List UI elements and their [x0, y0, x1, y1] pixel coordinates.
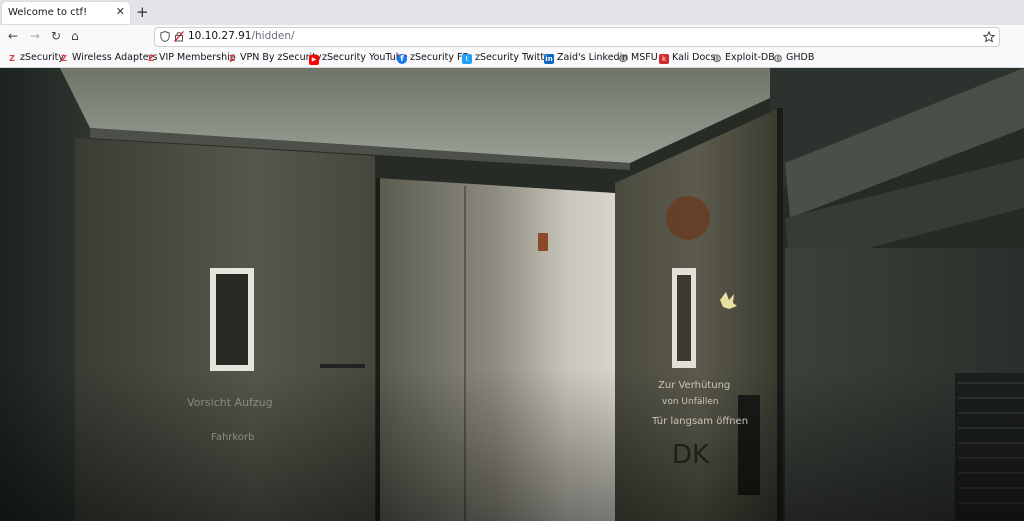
bookmark-msfu[interactable]: ◍ MSFU: [618, 52, 658, 64]
graffiti-text: DK: [672, 440, 710, 470]
facebook-icon: f: [397, 54, 407, 64]
right-sign-line-3: Tür langsam öffnen: [651, 416, 748, 427]
active-tab[interactable]: Welcome to ctf! ✕: [2, 2, 130, 24]
left-sign-line-1: Vorsicht Aufzug: [187, 396, 273, 409]
globe-icon: ◍: [712, 53, 722, 64]
insecure-lock-icon[interactable]: [174, 31, 184, 42]
bookmark-zsecurity-youtube[interactable]: ▶ zSecurity YouTube: [309, 52, 408, 65]
elevator-doors-photo: Vorsicht Aufzug Fahrkorb Zur Verhütung v…: [0, 68, 1024, 521]
reload-icon[interactable]: ↻: [51, 29, 61, 43]
close-icon[interactable]: ✕: [116, 5, 125, 18]
page-background-image: Vorsicht Aufzug Fahrkorb Zur Verhütung v…: [0, 68, 1024, 521]
youtube-icon: ▶: [309, 55, 319, 65]
bookmark-vip-membership[interactable]: Z VIP Membership: [146, 52, 236, 64]
url-bar[interactable]: 10.10.27.91/hidden/: [154, 27, 1000, 47]
back-icon[interactable]: ←: [8, 29, 18, 43]
z-logo-icon: Z: [229, 54, 235, 63]
navigation-toolbar: ← → ↻ ⌂ 10.10.27.91/hidden/: [0, 25, 1024, 49]
bookmark-wireless-adapters[interactable]: Z Wireless Adapters: [59, 52, 157, 64]
right-sign-line-2: von Unfällen: [662, 397, 719, 407]
bookmark-zaids-linkedin[interactable]: in Zaid's Linkedin: [544, 52, 628, 64]
bookmark-exploit-db[interactable]: ◍ Exploit-DB: [712, 52, 775, 64]
kali-icon: k: [659, 54, 669, 64]
tab-title: Welcome to ctf!: [8, 7, 88, 18]
bookmark-zsecurity[interactable]: ZzSecurity: [7, 52, 64, 64]
tab-strip: Welcome to ctf! ✕ +: [0, 0, 1024, 25]
linkedin-icon: in: [544, 54, 554, 64]
z-logo-icon: Z: [61, 54, 67, 63]
bookmark-zsecurity-fb[interactable]: f zSecurity FB: [397, 52, 469, 64]
bookmark-vpn-by-zsecurity[interactable]: Z VPN By zSecurity: [227, 52, 321, 64]
twitter-icon: t: [462, 54, 472, 64]
bookmark-star-icon[interactable]: [983, 31, 995, 43]
url-text[interactable]: 10.10.27.91/hidden/: [188, 30, 295, 42]
z-logo-icon: Z: [148, 54, 154, 63]
home-icon[interactable]: ⌂: [71, 29, 79, 43]
z-logo-icon: Z: [9, 54, 15, 63]
bookmark-ghdb[interactable]: ◍ GHDB: [773, 52, 815, 64]
url-path: /hidden/: [251, 30, 295, 42]
globe-icon: ◍: [618, 53, 628, 64]
bookmark-zsecurity-twitter[interactable]: t zSecurity Twitter: [462, 52, 554, 64]
left-sign-line-2: Fahrkorb: [211, 432, 254, 443]
bookmark-kali-docs[interactable]: k Kali Docs: [659, 52, 715, 64]
url-host: 10.10.27.91: [188, 30, 252, 42]
right-sign-line-1: Zur Verhütung: [658, 380, 730, 391]
shield-icon[interactable]: [160, 31, 170, 42]
bookmarks-toolbar: ZzSecurity Z Wireless Adapters Z VIP Membe…: [0, 49, 1024, 68]
forward-icon[interactable]: →: [30, 29, 40, 43]
globe-icon: ◍: [773, 53, 783, 64]
new-tab-button[interactable]: +: [136, 3, 149, 21]
